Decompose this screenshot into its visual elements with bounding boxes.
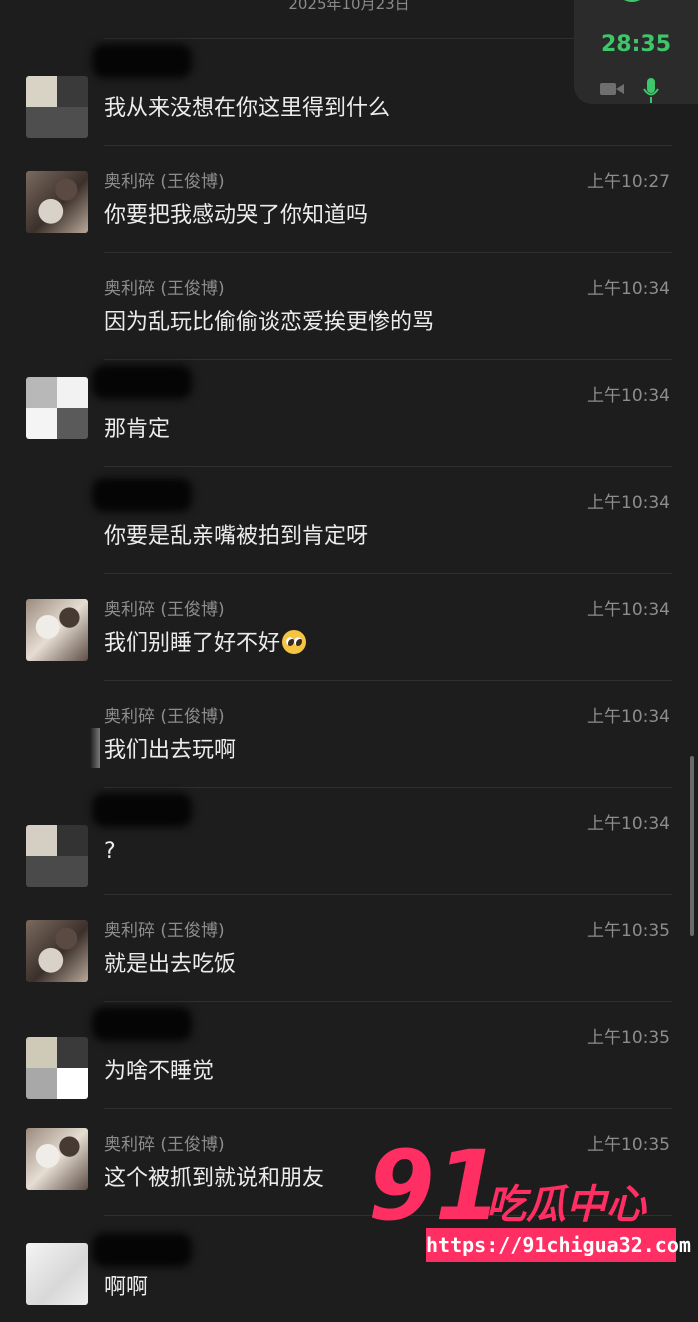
divider: [104, 787, 672, 788]
divider: [104, 359, 672, 360]
message-text-content: 我们别睡了好不好: [104, 631, 281, 656]
divider: [104, 894, 672, 895]
watermark-url: https://91chigua32.com: [426, 1228, 691, 1262]
message-text: 我们出去玩啊: [104, 738, 237, 763]
message-row[interactable]: 奥利碎 (王俊博) 上午10:27 你要把我感动哭了你知道吗: [0, 145, 698, 252]
message-text: 你要把我感动哭了你知道吗: [104, 203, 369, 228]
message-time: 上午10:35: [587, 921, 670, 941]
message-row[interactable]: 上午10:34 那肯定: [0, 359, 698, 466]
message-row[interactable]: 上午10:34 你要是乱亲嘴被拍到肯定呀: [0, 466, 698, 573]
redacted-sender-name: [92, 365, 192, 399]
message-row[interactable]: 上午10:34 ?: [0, 787, 698, 894]
divider: [104, 466, 672, 467]
redacted-sender-name: [92, 478, 192, 512]
divider: [104, 1108, 672, 1109]
redacted-sender-name: [92, 1233, 192, 1267]
divider: [104, 1001, 672, 1002]
message-text: 这个被抓到就说和朋友: [104, 1166, 325, 1191]
message-row[interactable]: 奥利碎 (王俊博) 上午10:34 我们出去玩啊: [0, 680, 698, 787]
avatar[interactable]: [26, 377, 88, 439]
message-time: 上午10:34: [587, 814, 670, 834]
sender-name: 奥利碎 (王俊博): [104, 1135, 225, 1155]
message-time: 上午10:34: [587, 707, 670, 727]
message-row[interactable]: 奥利碎 (王俊博) 上午10:34 我们别睡了好不好: [0, 573, 698, 680]
message-row[interactable]: 奥利碎 (王俊博) 上午10:34 因为乱玩比偷偷谈恋爱挨更惨的骂: [0, 252, 698, 359]
watermark-number: 91: [368, 1130, 502, 1242]
sender-name: 奥利碎 (王俊博): [104, 172, 225, 192]
message-text: 我从来没想在你这里得到什么: [104, 96, 391, 121]
message-time: 上午10:27: [587, 172, 670, 192]
message-text: 我们别睡了好不好: [104, 625, 307, 657]
call-widget[interactable]: 28:35: [574, 0, 698, 104]
sender-name: 奥利碎 (王俊博): [104, 707, 225, 727]
divider: [104, 573, 672, 574]
blurred-avatar-edge: [90, 728, 100, 768]
avatar[interactable]: [26, 1128, 88, 1190]
message-time: 上午10:34: [587, 600, 670, 620]
call-timer: 28:35: [600, 32, 672, 57]
phone-icon: [624, 0, 640, 2]
redacted-sender-name: [92, 1007, 192, 1041]
avatar[interactable]: [26, 1037, 88, 1099]
pleading-face-icon: [282, 630, 307, 654]
sender-name: 奥利碎 (王俊博): [104, 279, 225, 299]
message-time: 上午10:34: [587, 493, 670, 513]
divider: [104, 252, 672, 253]
message-text: 因为乱玩比偷偷谈恋爱挨更惨的骂: [104, 310, 435, 335]
redacted-sender-name: [92, 793, 192, 827]
message-time: 上午10:34: [587, 386, 670, 406]
video-camera-icon[interactable]: [600, 82, 624, 96]
scrollbar[interactable]: [690, 756, 694, 936]
watermark-label: 吃瓜中心: [486, 1182, 646, 1228]
avatar[interactable]: [26, 825, 88, 887]
redacted-sender-name: [92, 44, 192, 78]
divider: [104, 145, 672, 146]
avatar[interactable]: [26, 599, 88, 661]
divider: [104, 680, 672, 681]
message-time: 上午10:35: [587, 1028, 670, 1048]
avatar[interactable]: [26, 1243, 88, 1305]
sender-name: 奥利碎 (王俊博): [104, 600, 225, 620]
avatar[interactable]: [26, 76, 88, 138]
message-row[interactable]: 奥利碎 (王俊博) 上午10:35 就是出去吃饭: [0, 894, 698, 1001]
message-time: 上午10:34: [587, 279, 670, 299]
message-text: ?: [104, 839, 116, 864]
message-text: 啊啊: [104, 1275, 149, 1300]
microphone-icon[interactable]: [642, 78, 660, 104]
message-text: 你要是乱亲嘴被拍到肯定呀: [104, 524, 369, 549]
message-text: 为啥不睡觉: [104, 1059, 215, 1084]
sender-name: 奥利碎 (王俊博): [104, 921, 225, 941]
message-text: 那肯定: [104, 417, 171, 442]
avatar[interactable]: [26, 171, 88, 233]
message-row[interactable]: 上午10:35 为啥不睡觉: [0, 1001, 698, 1108]
watermark-logo: 91 吃瓜中心 https://91chigua32.com: [368, 1130, 691, 1268]
message-text: 就是出去吃饭: [104, 952, 237, 977]
avatar[interactable]: [26, 920, 88, 982]
